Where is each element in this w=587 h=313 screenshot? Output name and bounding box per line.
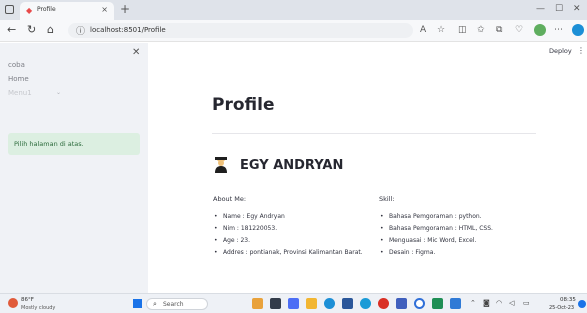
list-item: Desain : Figma. bbox=[379, 247, 493, 259]
list-item: Bahasa Pemgoraman : HTML, CSS. bbox=[379, 223, 493, 235]
file-explorer-icon[interactable] bbox=[306, 298, 317, 309]
weather-icon[interactable] bbox=[8, 298, 18, 308]
skill-list: Bahasa Pemgoraman : python. Bahasa Pemgo… bbox=[379, 211, 493, 259]
more-options-icon[interactable]: ⋯ bbox=[554, 25, 563, 35]
student-icon bbox=[215, 157, 227, 173]
weather-temp[interactable]: 86°F bbox=[21, 297, 34, 303]
taskbar-search[interactable]: ⌕ Search bbox=[146, 298, 208, 310]
copilot-icon[interactable] bbox=[572, 24, 584, 36]
sidebar-close-icon[interactable]: ✕ bbox=[132, 47, 140, 58]
list-item: Bahasa Pemgoraman : python. bbox=[379, 211, 493, 223]
search-label: Search bbox=[163, 301, 184, 308]
list-item: Addres : pontianak, Provinsi Kalimantan … bbox=[213, 247, 363, 259]
skill-heading: Skill: bbox=[379, 195, 395, 203]
address-bar: ← ↻ ⌂ ⓘ localhost:8501/Profile A ☆ ◫ ✩ ⧉… bbox=[0, 20, 587, 42]
store-icon[interactable] bbox=[342, 298, 353, 309]
chrome-icon[interactable] bbox=[378, 298, 389, 309]
window-menu-icon[interactable] bbox=[5, 5, 14, 14]
wifi-icon[interactable]: ◠ bbox=[496, 299, 502, 307]
battery-icon[interactable]: ▭ bbox=[523, 299, 530, 307]
sidebar: ✕ coba Home Menu1 ⌄ Pilih halaman di ata… bbox=[0, 43, 148, 293]
read-aloud-icon[interactable]: A bbox=[420, 25, 426, 35]
favorite-star-icon[interactable]: ☆ bbox=[437, 25, 445, 35]
volume-icon[interactable]: ◁ bbox=[509, 299, 514, 307]
streamlit-favicon-icon: ◆ bbox=[26, 6, 33, 15]
sidebar-item-coba[interactable]: coba bbox=[8, 61, 25, 69]
main-menu-icon[interactable]: ⋮ bbox=[577, 46, 585, 55]
minimize-icon[interactable]: — bbox=[536, 4, 545, 14]
windows-taskbar: 86°F Mostly cloudy ⌕ Search ⌃ ◙ ◠ ◁ ▭ 08… bbox=[0, 293, 587, 313]
network-icon[interactable]: ◙ bbox=[483, 299, 490, 307]
edge-browser-icon[interactable] bbox=[324, 298, 335, 309]
divider bbox=[212, 133, 536, 134]
maximize-icon[interactable]: ☐ bbox=[555, 4, 563, 14]
deploy-button[interactable]: Deploy bbox=[549, 47, 572, 55]
url-field[interactable]: ⓘ localhost:8501/Profile bbox=[68, 23, 413, 38]
task-view-icon[interactable] bbox=[270, 298, 281, 309]
app-icon[interactable] bbox=[414, 298, 425, 309]
about-heading: About Me: bbox=[213, 195, 247, 203]
app-icon[interactable] bbox=[450, 298, 461, 309]
list-item: Name : Egy Andryan bbox=[213, 211, 363, 223]
browser-tab-bar: ◆ Profile × + — ☐ ✕ bbox=[0, 0, 587, 20]
app-icon[interactable] bbox=[396, 298, 407, 309]
tab-close-icon[interactable]: × bbox=[101, 5, 108, 14]
list-item: Nim : 181220053. bbox=[213, 223, 363, 235]
app-icon[interactable] bbox=[360, 298, 371, 309]
sidebar-info-box: Pilih halaman di atas. bbox=[8, 133, 140, 155]
weather-desc[interactable]: Mostly cloudy bbox=[21, 305, 55, 311]
list-item: Menguasai : Mic Word, Excel. bbox=[379, 235, 493, 247]
clock-date[interactable]: 25-Oct-23 bbox=[549, 305, 574, 311]
browser-tab[interactable]: ◆ Profile × bbox=[20, 2, 114, 20]
teams-icon[interactable] bbox=[288, 298, 299, 309]
sidebar-info-text: Pilih halaman di atas. bbox=[14, 140, 84, 148]
start-button[interactable] bbox=[133, 299, 142, 308]
browser-essentials-icon[interactable]: ♡ bbox=[515, 25, 523, 35]
page-title: Profile bbox=[212, 95, 275, 115]
collections-icon[interactable]: ⧉ bbox=[496, 25, 502, 35]
tab-title: Profile bbox=[37, 6, 56, 13]
vscode-icon[interactable] bbox=[432, 298, 443, 309]
close-window-icon[interactable]: ✕ bbox=[573, 4, 581, 14]
list-item: Age : 23. bbox=[213, 235, 363, 247]
chevron-down-icon[interactable]: ⌄ bbox=[56, 89, 61, 96]
url-text: localhost:8501/Profile bbox=[90, 26, 166, 34]
streamlit-app: ✕ coba Home Menu1 ⌄ Pilih halaman di ata… bbox=[0, 43, 587, 293]
profile-name: EGY ANDRYAN bbox=[240, 158, 344, 173]
chevron-up-icon[interactable]: ⌃ bbox=[470, 299, 476, 307]
about-list: Name : Egy Andryan Nim : 181220053. Age … bbox=[213, 211, 363, 259]
site-info-icon[interactable]: ⓘ bbox=[76, 24, 85, 37]
widgets-icon[interactable] bbox=[252, 298, 263, 309]
home-icon[interactable]: ⌂ bbox=[47, 23, 54, 36]
favorites-icon[interactable]: ✩ bbox=[477, 25, 485, 35]
search-icon: ⌕ bbox=[153, 300, 157, 308]
sidebar-item-menu1[interactable]: Menu1 bbox=[8, 89, 32, 97]
notification-icon[interactable] bbox=[578, 300, 586, 308]
new-tab-button[interactable]: + bbox=[120, 2, 130, 16]
profile-avatar[interactable] bbox=[534, 24, 546, 36]
back-icon[interactable]: ← bbox=[7, 23, 16, 36]
refresh-icon[interactable]: ↻ bbox=[27, 23, 36, 36]
sidebar-item-home[interactable]: Home bbox=[8, 75, 29, 83]
split-screen-icon[interactable]: ◫ bbox=[458, 25, 467, 35]
clock-time[interactable]: 08:35 bbox=[560, 297, 576, 303]
